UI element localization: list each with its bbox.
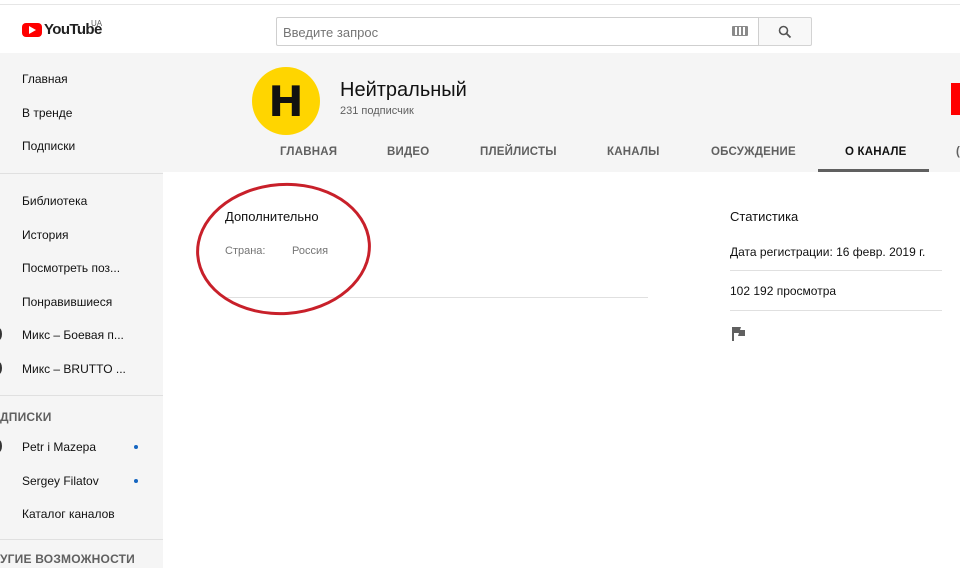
channel-avatar-icon <box>0 440 2 452</box>
search-button[interactable] <box>759 17 812 46</box>
tab-channels[interactable]: КАНАЛЫ <box>607 146 660 158</box>
new-content-dot <box>134 445 138 449</box>
mix-playlist-icon <box>0 328 2 340</box>
channel-avatar[interactable]: Н <box>252 67 320 135</box>
sidebar-item-watch-later[interactable]: Посмотреть поз... <box>22 261 120 275</box>
sidebar-subscription-item[interactable]: Sergey Filatov <box>22 474 99 488</box>
keyboard-icon[interactable] <box>732 26 748 36</box>
joined-date: Дата регистрации: 16 февр. 2019 г. <box>730 245 926 259</box>
sidebar: Главная В тренде Подписки Библиотека Ист… <box>0 53 163 568</box>
stats-divider <box>730 310 942 311</box>
youtube-logo[interactable]: YouTube <box>22 21 102 38</box>
more-features-heading: УГИЕ ВОЗМОЖНОСТИ <box>0 552 135 566</box>
sidebar-item-library[interactable]: Библиотека <box>22 194 87 208</box>
subscriber-count: 231 подписчик <box>340 105 414 117</box>
sidebar-item-subscriptions[interactable]: Подписки <box>22 139 75 153</box>
sidebar-item-mix-2[interactable]: Микс – BRUTTO ... <box>22 362 126 376</box>
masthead: YouTube UA <box>0 5 960 53</box>
flag-icon[interactable] <box>732 326 746 342</box>
sidebar-divider <box>0 173 163 174</box>
sidebar-subscription-item[interactable]: Petr i Mazepa <box>22 440 96 454</box>
sidebar-item-history[interactable]: История <box>22 228 69 242</box>
youtube-play-icon <box>22 22 42 37</box>
view-count: 102 192 просмотра <box>730 284 837 298</box>
channel-name: Нейтральный <box>340 79 467 101</box>
tab-playlists[interactable]: ПЛЕЙЛИСТЫ <box>480 146 557 158</box>
channel-header: Н Нейтральный 231 подписчик ГЛАВНАЯ ВИДЕ… <box>163 53 960 172</box>
sidebar-item-home[interactable]: Главная <box>22 72 68 86</box>
tab-about[interactable]: О КАНАЛЕ <box>845 146 907 158</box>
search-box <box>276 17 759 46</box>
tab-videos[interactable]: ВИДЕО <box>387 146 429 158</box>
sidebar-divider <box>0 539 163 540</box>
sidebar-item-trending[interactable]: В тренде <box>22 106 72 120</box>
sidebar-divider <box>0 395 163 396</box>
mix-playlist-icon <box>0 362 2 374</box>
stats-divider <box>730 270 942 271</box>
region-code: UA <box>91 19 103 28</box>
sidebar-item-liked[interactable]: Понравившиеся <box>22 295 112 309</box>
search-icon <box>778 25 792 39</box>
sidebar-item-channel-catalog[interactable]: Каталог каналов <box>22 507 115 521</box>
subscribe-button[interactable] <box>951 83 960 115</box>
sidebar-item-mix-1[interactable]: Микс – Боевая п... <box>22 328 124 342</box>
stats-title: Статистика <box>730 209 799 224</box>
new-content-dot <box>134 479 138 483</box>
subscriptions-heading: ДПИСКИ <box>0 410 52 424</box>
tab-search[interactable]: ( <box>956 146 960 158</box>
search-input[interactable] <box>283 23 713 41</box>
tab-discussion[interactable]: ОБСУЖДЕНИЕ <box>711 146 796 158</box>
tab-home[interactable]: ГЛАВНАЯ <box>280 146 337 158</box>
